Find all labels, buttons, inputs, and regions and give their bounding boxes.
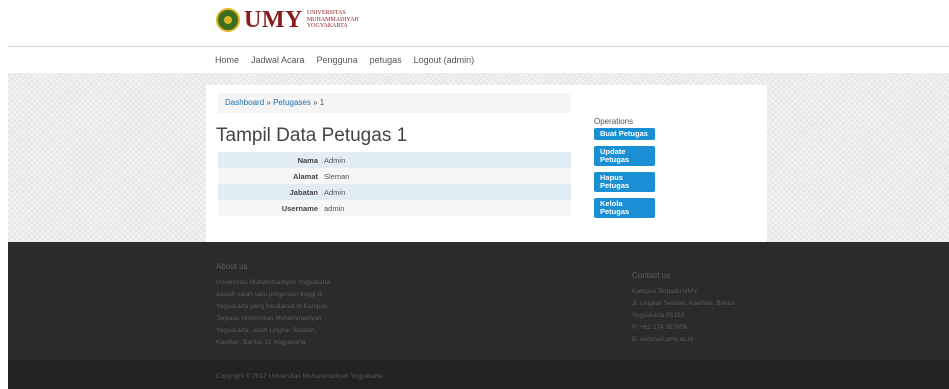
contact-line: Yogyakarta 55183 <box>632 312 685 319</box>
detail-value: admin <box>324 203 345 213</box>
detail-label: Jabatan <box>289 187 318 197</box>
button-label: Petugas <box>600 155 630 164</box>
table-row: Jabatan Admin <box>218 184 571 200</box>
main-nav: Home Jadwal Acara Pengguna petugas Logou… <box>215 55 486 65</box>
table-row: Username admin <box>218 200 571 216</box>
breadcrumb-current: 1 <box>319 98 325 107</box>
detail-label: Nama <box>297 155 318 165</box>
nav-pengguna[interactable]: Pengguna <box>317 55 358 65</box>
button-label: Buat Petugas <box>600 129 648 138</box>
kelola-petugas-button[interactable]: Kelola Petugas <box>594 198 655 218</box>
copyright-text: Copyright © 2017 Universitas Muhammadiya… <box>216 373 383 380</box>
copyright-bar <box>8 360 949 389</box>
about-line: Terpadu Universitas Muhammadiyah <box>216 315 322 322</box>
about-line: Universitas Muhammadiyah Yogyakarta <box>216 279 331 286</box>
about-text: Universitas Muhammadiyah Yogyakarta adal… <box>216 277 330 349</box>
hapus-petugas-button[interactable]: Hapus Petugas <box>594 172 655 192</box>
button-label: Petugas <box>600 207 630 216</box>
contact-line: Jl. Lingkar Selatan, Kasihan, Bantul <box>632 300 735 307</box>
nav-jadwal-acara[interactable]: Jadwal Acara <box>251 55 305 65</box>
breadcrumb-dashboard[interactable]: Dashboard <box>225 98 264 107</box>
table-row: Alamat Sleman <box>218 168 571 184</box>
detail-label: Alamat <box>292 171 318 181</box>
buat-petugas-button[interactable]: Buat Petugas <box>594 128 655 140</box>
contact-line: P: +62 274 387656 <box>632 324 688 331</box>
detail-value: Sleman <box>324 171 350 181</box>
detail-label: Username <box>281 203 318 213</box>
detail-value: Admin <box>324 155 346 165</box>
logo-subtitle: UNIVERSITAS MUHAMMADIYAH YOGYAKARTA <box>307 10 359 30</box>
breadcrumb-petugases[interactable]: Petugases <box>273 98 311 107</box>
site-footer <box>8 242 949 360</box>
about-line: Yogyakarta, Jalan Lingkar Selatan, <box>216 327 317 334</box>
contact-title: Contact us <box>632 271 671 280</box>
nav-logout[interactable]: Logout (admin) <box>414 55 475 65</box>
header-divider <box>8 46 949 47</box>
operations-title: Operations <box>594 117 634 126</box>
nav-petugas[interactable]: petugas <box>370 55 402 65</box>
nav-home[interactable]: Home <box>215 55 239 65</box>
contact-line: E: webmail.umy.ac.id <box>632 336 693 343</box>
site-header: UMY UNIVERSITAS MUHAMMADIYAH YOGYAKARTA <box>0 0 949 46</box>
page-title: Tampil Data Petugas 1 <box>216 125 408 146</box>
about-title: About us <box>216 262 248 271</box>
breadcrumb-separator: » <box>313 98 318 107</box>
umy-seal-icon <box>216 8 240 32</box>
contact-line: Kampus Terpadu UMY <box>632 288 698 295</box>
contact-text: Kampus Terpadu UMY Jl. Lingkar Selatan, … <box>632 286 735 346</box>
logo-brand: UMY <box>244 7 303 33</box>
about-line: adalah salah satu perguruan tinggi di <box>216 291 323 298</box>
logo-line: YOGYAKARTA <box>306 23 348 30</box>
update-petugas-button[interactable]: Update Petugas <box>594 146 655 166</box>
table-row: Nama Admin <box>218 152 571 168</box>
about-line: Kasihan, Bantul, DI Yogyakarta <box>216 339 306 346</box>
button-label: Petugas <box>600 181 630 190</box>
breadcrumb: Dashboard » Petugases » 1 <box>218 93 571 113</box>
about-line: Yogyakarta yang beralamat di Kampus <box>216 303 328 310</box>
detail-table: Nama Admin Alamat Sleman Jabatan Admin U… <box>218 152 571 216</box>
breadcrumb-separator: » <box>266 98 271 107</box>
umy-logo[interactable]: UMY UNIVERSITAS MUHAMMADIYAH YOGYAKARTA <box>216 8 359 32</box>
detail-value: Admin <box>324 187 346 197</box>
